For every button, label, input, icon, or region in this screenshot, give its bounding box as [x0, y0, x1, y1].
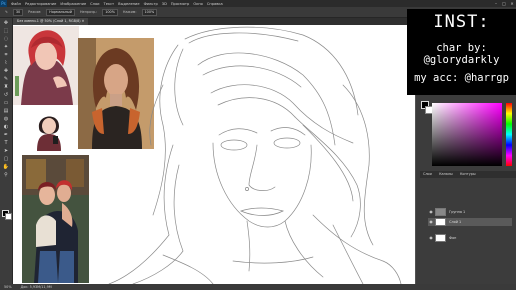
stamp-tool-icon[interactable]: ♜: [2, 84, 10, 90]
window-controls: – □ ✕: [492, 1, 516, 6]
layer-name: Слой 1: [449, 220, 462, 224]
opacity-label: Непрозр.:: [79, 10, 98, 14]
eyedropper-tool-icon[interactable]: ⌇: [2, 60, 10, 66]
visibility-eye-icon[interactable]: ◉: [428, 208, 434, 216]
watermark-credit-box: INST: char by: @glorydarkly my acc: @har…: [407, 9, 516, 95]
lasso-tool-icon[interactable]: ◌: [2, 36, 10, 42]
tab-channels[interactable]: Каналы: [436, 171, 456, 178]
layer-row[interactable]: ◉ Фон: [428, 234, 512, 242]
blur-tool-icon[interactable]: ◍: [2, 116, 10, 122]
menu-layers[interactable]: Слои: [90, 2, 99, 6]
mode-label: Режим:: [28, 10, 42, 14]
path-select-tool-icon[interactable]: ➤: [2, 148, 10, 154]
dodge-tool-icon[interactable]: ◐: [2, 124, 10, 130]
crop-tool-icon[interactable]: ⌗: [2, 52, 10, 58]
credit-line-3: my acc: @harrgp: [414, 72, 509, 84]
layer-thumbnail: [435, 218, 447, 226]
hue-slider[interactable]: [506, 103, 512, 166]
zoom-level[interactable]: 50%: [4, 285, 12, 289]
pen-tool-icon[interactable]: ✒: [2, 132, 10, 138]
tab-paths[interactable]: Контуры: [457, 171, 479, 178]
menu-window[interactable]: Окно: [193, 2, 203, 6]
hand-tool-icon[interactable]: ✋: [2, 164, 10, 170]
marquee-tool-icon[interactable]: ⬚: [2, 28, 10, 34]
menu-3d[interactable]: 3D: [162, 2, 167, 6]
tab-layers[interactable]: Слои: [420, 171, 435, 178]
background-color-swatch[interactable]: [5, 213, 12, 220]
visibility-eye-icon[interactable]: ◉: [428, 218, 434, 226]
layer-name: Фон: [449, 236, 457, 240]
eraser-tool-icon[interactable]: ▭: [2, 100, 10, 106]
layer-thumbnail: [435, 208, 447, 216]
menu-bar: Ps Файл Редактирование Изображение Слои …: [0, 0, 516, 7]
credit-line-1: INST:: [433, 12, 490, 32]
brush-icon[interactable]: ✎: [5, 10, 8, 14]
blend-mode-select[interactable]: Нормальный: [46, 8, 75, 16]
layer-thumbnail: [435, 234, 447, 242]
menu-view[interactable]: Просмотр: [171, 2, 189, 6]
minimize-button[interactable]: –: [492, 1, 500, 6]
type-tool-icon[interactable]: T: [2, 140, 10, 146]
menu-filter[interactable]: Фильтр: [144, 2, 158, 6]
menu-file[interactable]: Файл: [11, 2, 21, 6]
doc-size: Док: 5,93M/11,9M: [20, 285, 52, 289]
move-tool-icon[interactable]: ✥: [2, 20, 10, 26]
visibility-eye-icon[interactable]: ◉: [428, 234, 434, 242]
toolbar: ✥ ⬚ ◌ ✦ ⌗ ⌇ ✚ ✎ ♜ ↺ ▭ ▤ ◍ ◐ ✒ T ➤ ▢ ✋ ⚲: [0, 18, 13, 284]
layer-row[interactable]: ◉ Слой 1: [428, 218, 512, 226]
healing-tool-icon[interactable]: ✚: [2, 68, 10, 74]
color-picker-field[interactable]: [432, 103, 502, 166]
status-bar: 50% Док: 5,93M/11,9M: [0, 284, 516, 290]
gradient-tool-icon[interactable]: ▤: [2, 108, 10, 114]
menu-select[interactable]: Выделение: [118, 2, 139, 6]
menu-help[interactable]: Справка: [207, 2, 223, 6]
maximize-button[interactable]: □: [500, 1, 508, 6]
history-brush-icon[interactable]: ↺: [2, 92, 10, 98]
zoom-tool-icon[interactable]: ⚲: [2, 172, 10, 178]
layers-panel-tabs: Слои Каналы Контуры: [420, 171, 516, 178]
menu-type[interactable]: Текст: [104, 2, 115, 6]
canvas[interactable]: [13, 25, 415, 284]
opacity-field[interactable]: 100%: [102, 8, 118, 16]
flow-field[interactable]: 100%: [141, 8, 158, 16]
magic-wand-tool-icon[interactable]: ✦: [2, 44, 10, 50]
credit-line-2: char by: @glorydarkly: [423, 42, 500, 66]
flow-label: Нажим:: [122, 10, 137, 14]
layer-row[interactable]: ◉ Группа 1: [428, 208, 512, 216]
photoshop-logo: Ps: [0, 0, 7, 7]
document-tab[interactable]: Без имени-1 @ 50% (Слой 1, RGB/8) ✕: [13, 18, 89, 25]
menu-edit[interactable]: Редактирование: [25, 2, 56, 6]
menu-image[interactable]: Изображение: [60, 2, 86, 6]
layer-name: Группа 1: [449, 210, 466, 214]
brush-tool-icon[interactable]: ✎: [2, 76, 10, 82]
document-tab-bar: Без имени-1 @ 50% (Слой 1, RGB/8) ✕: [13, 18, 415, 25]
close-button[interactable]: ✕: [508, 1, 516, 6]
shape-tool-icon[interactable]: ▢: [2, 156, 10, 162]
brush-size-field[interactable]: 30: [12, 8, 24, 16]
face-sketch: [108, 26, 402, 284]
